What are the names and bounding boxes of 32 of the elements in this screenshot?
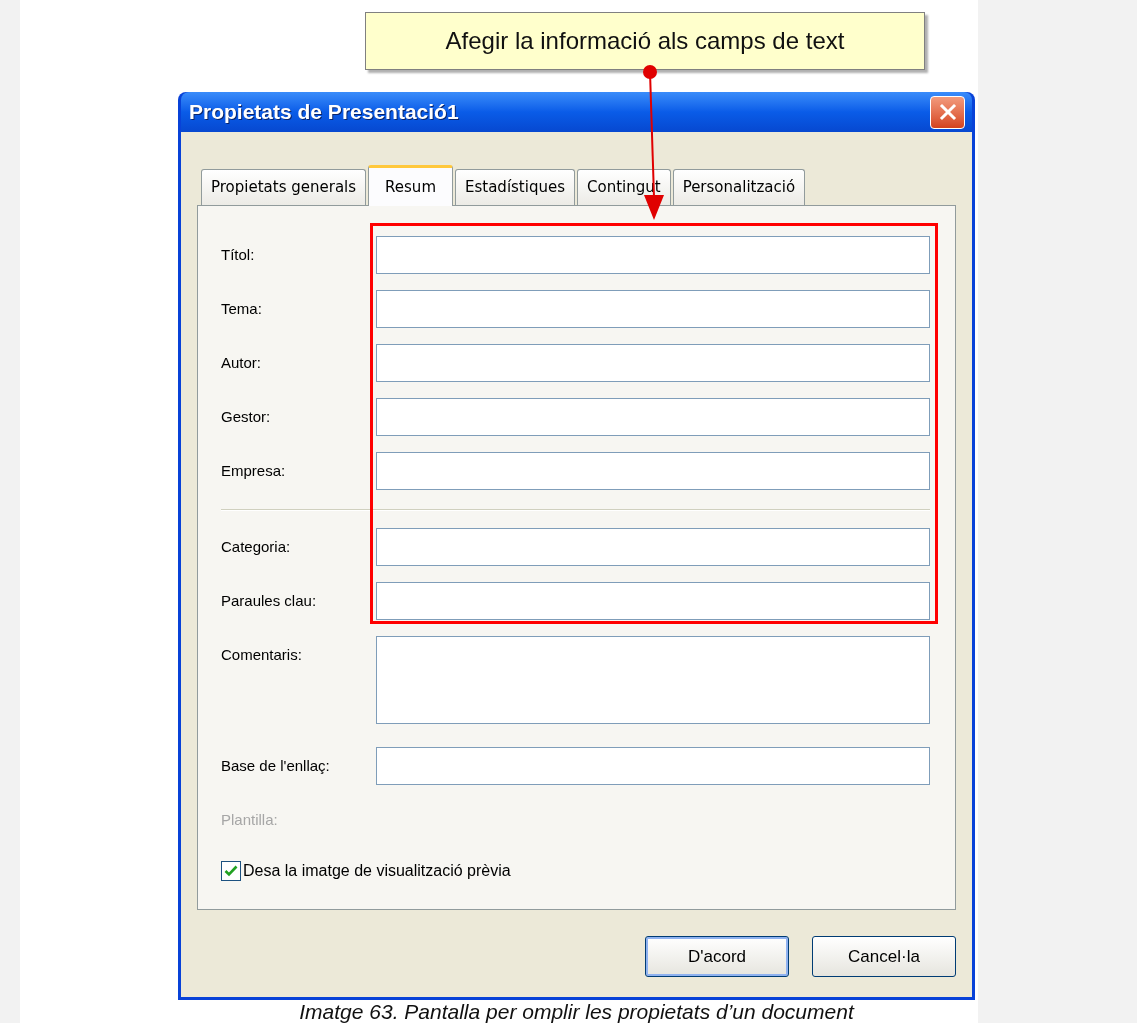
dialog-button[interactable]: D'acord <box>645 936 789 977</box>
preview-checkbox[interactable]: Desa la imatge de visualització prèvia <box>221 859 511 883</box>
text-field[interactable] <box>376 344 930 382</box>
text-field[interactable] <box>376 398 930 436</box>
text-field[interactable] <box>376 747 930 785</box>
callout-box: Afegir la informació als camps de text <box>365 12 925 70</box>
field-label: Autor: <box>221 353 263 372</box>
figure-caption: Imatge 63. Pantalla per omplir les propietats d’un document <box>298 1000 856 1023</box>
field-label: Categoria: <box>221 537 292 556</box>
field-label: Títol: <box>221 245 256 264</box>
window-title: Propietats de Presentació1 <box>189 99 459 126</box>
text-field[interactable] <box>376 290 930 328</box>
field-label: Paraules clau: <box>221 591 318 610</box>
tab[interactable]: Personalització <box>672 169 806 205</box>
text-area[interactable] <box>376 636 930 724</box>
text-field[interactable] <box>376 582 930 620</box>
field-label: Empresa: <box>221 461 287 480</box>
close-button[interactable] <box>930 95 965 129</box>
text-field[interactable] <box>376 452 930 490</box>
text-field[interactable] <box>376 528 930 566</box>
tab[interactable]: Resum <box>368 165 453 206</box>
check-icon <box>224 865 238 877</box>
field-label: Plantilla: <box>221 810 279 829</box>
close-icon <box>938 103 957 121</box>
tab[interactable]: Estadístiques <box>455 169 575 205</box>
tab[interactable]: Propietats generals <box>201 169 367 205</box>
field-label: Gestor: <box>221 407 272 426</box>
field-label: Base de l'enllaç: <box>221 756 331 775</box>
field-label: Comentaris: <box>221 645 303 664</box>
field-label: Tema: <box>221 299 263 318</box>
dialog-button[interactable]: Cancel·la <box>812 936 956 977</box>
text-field[interactable] <box>376 236 930 274</box>
